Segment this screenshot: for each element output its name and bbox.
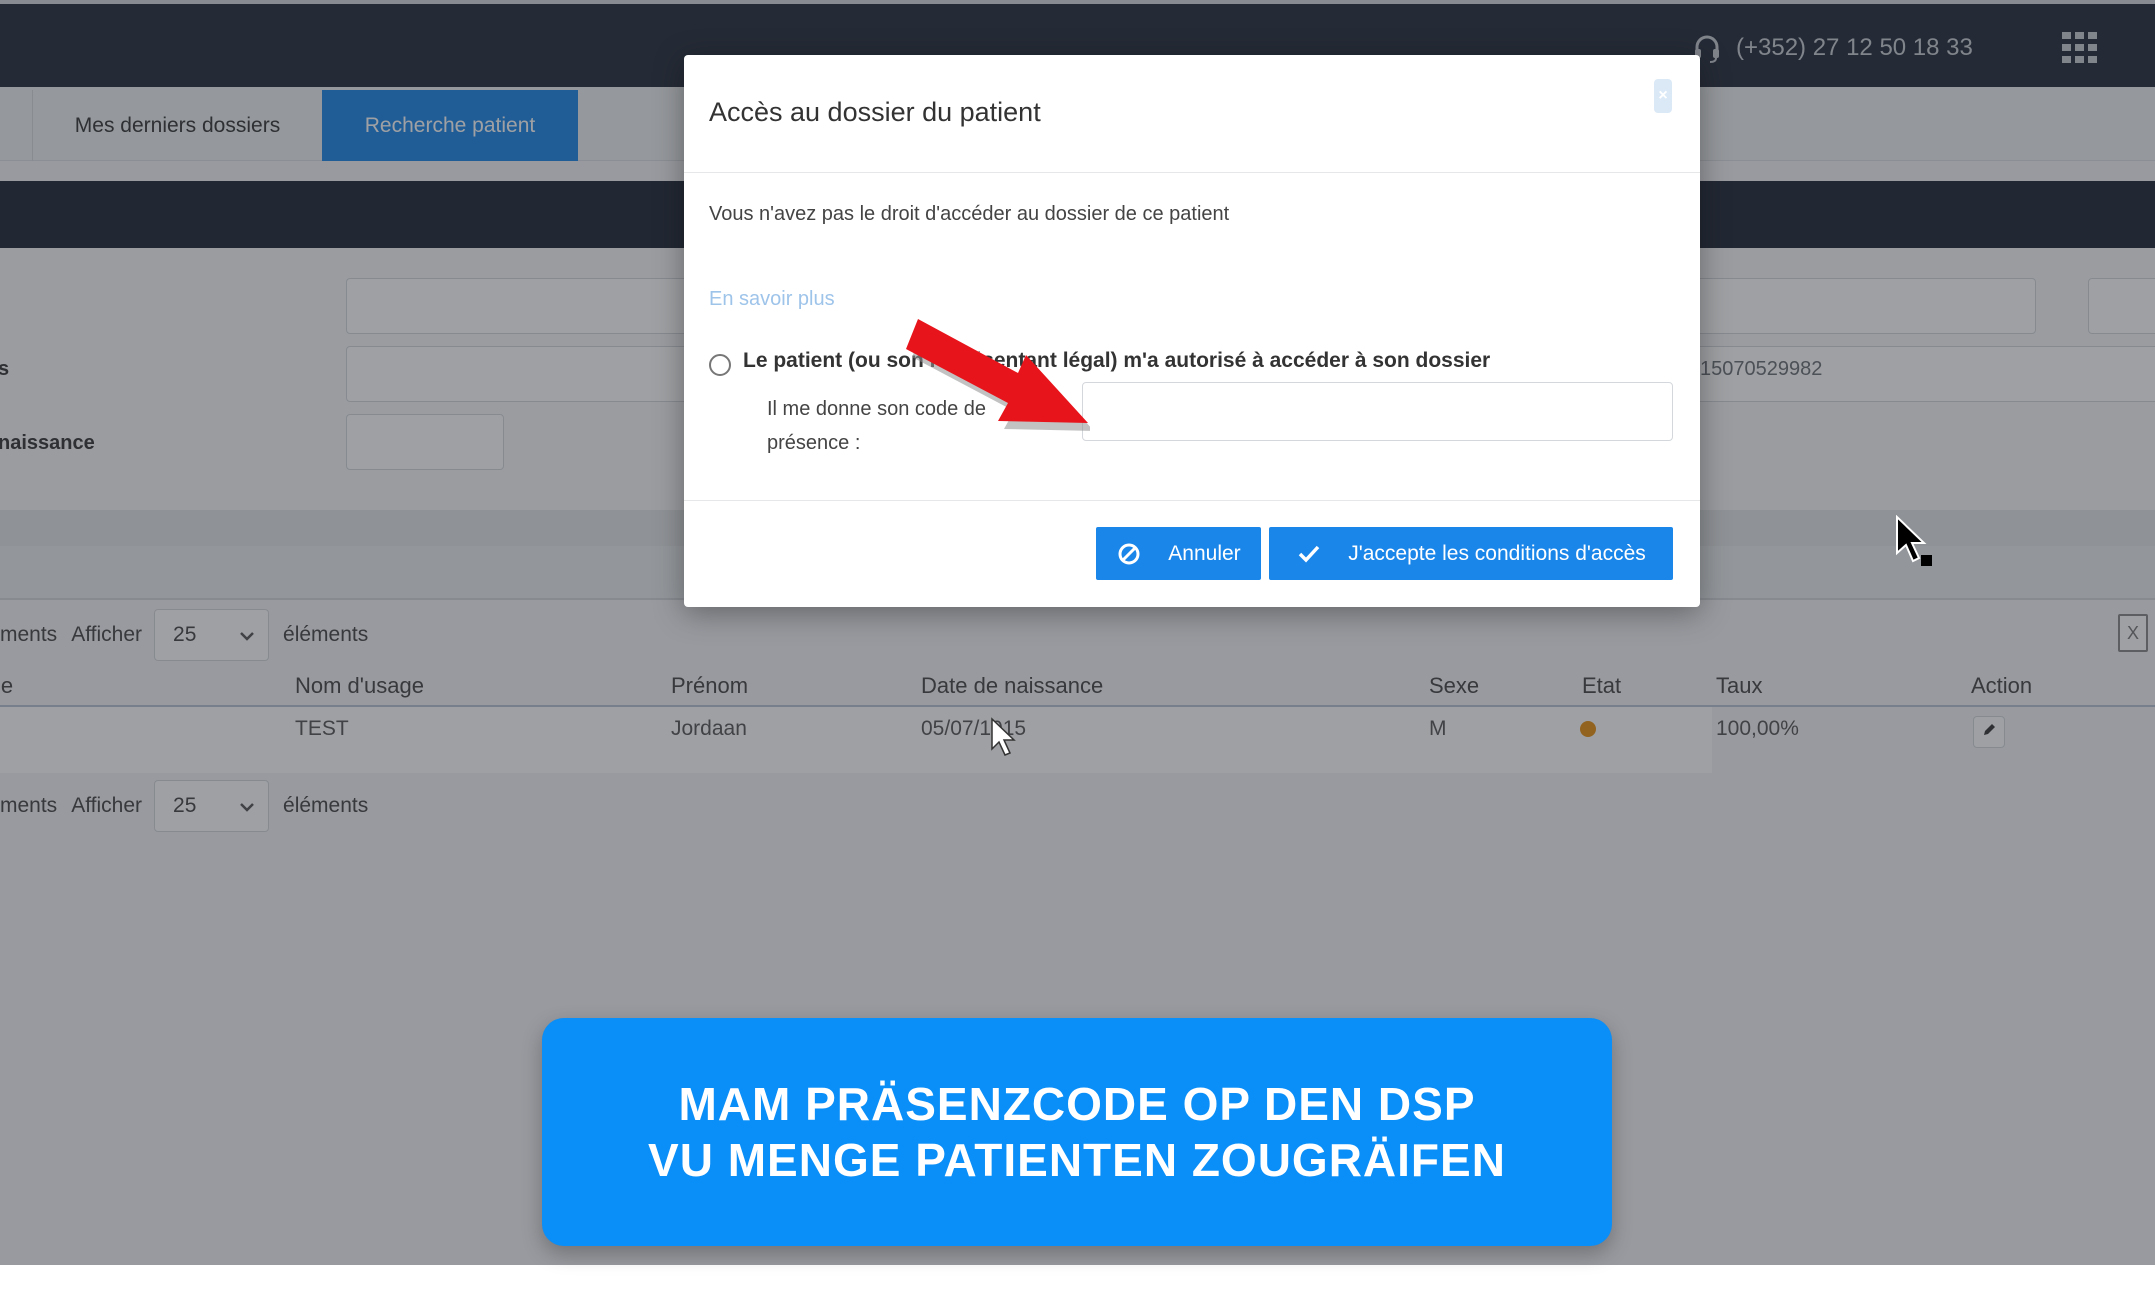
patient-authorized-radio[interactable] xyxy=(709,354,731,376)
check-icon xyxy=(1296,541,1322,567)
accept-conditions-button[interactable]: J'accepte les conditions d'accès xyxy=(1269,527,1673,580)
caption-banner: MAM PRÄSENZCODE OP DEN DSP VU MENGE PATI… xyxy=(542,1018,1612,1246)
cancel-label: Annuler xyxy=(1168,541,1241,565)
access-denied-message: Vous n'avez pas le droit d'accéder au do… xyxy=(709,203,1230,225)
red-arrow-annotation xyxy=(906,319,1090,431)
dialog-header: Accès au dossier du patient × xyxy=(684,55,1700,173)
mouse-cursor-icon xyxy=(1896,515,1932,566)
cancel-button[interactable]: Annuler xyxy=(1096,527,1261,580)
caption-line-1: MAM PRÄSENZCODE OP DEN DSP xyxy=(678,1078,1476,1130)
ban-icon xyxy=(1116,541,1142,567)
learn-more-link[interactable]: En savoir plus xyxy=(709,288,835,311)
access-dialog: Accès au dossier du patient × Vous n'ave… xyxy=(684,55,1700,607)
accept-label: J'accepte les conditions d'accès xyxy=(1348,541,1646,565)
mouse-pointer-icon xyxy=(991,717,1016,756)
screenshot-stage: (+352) 27 12 50 18 33 Mes derniers dossi… xyxy=(0,0,2155,1303)
close-icon[interactable]: × xyxy=(1654,79,1672,113)
caption-line-2: VU MENGE PATIENTEN ZOUGRÄIFEN xyxy=(648,1134,1506,1186)
presence-code-input[interactable] xyxy=(1082,382,1673,441)
dialog-footer-divider xyxy=(684,500,1700,501)
dialog-title: Accès au dossier du patient xyxy=(709,97,1041,127)
patient-authorized-label[interactable]: Le patient (ou son représentant légal) m… xyxy=(743,349,1490,373)
